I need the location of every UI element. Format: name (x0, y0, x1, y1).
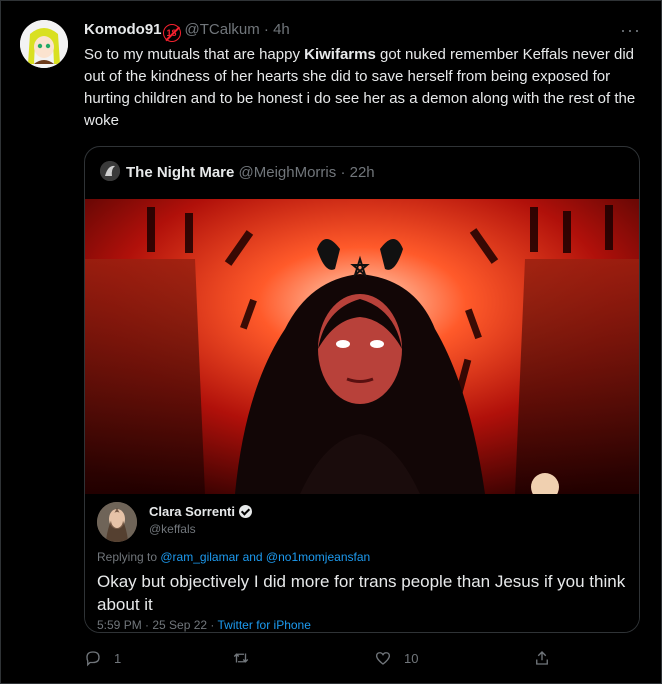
share-button[interactable] (533, 646, 551, 670)
retweet-icon (233, 653, 249, 663)
author-avatar[interactable] (20, 20, 68, 68)
quote-author-avatar (100, 161, 120, 181)
reply-count: 1 (114, 650, 122, 666)
tweet-time[interactable]: · 4h (264, 21, 290, 38)
replying-prefix: Replying to (97, 550, 161, 564)
quote-image[interactable] (85, 199, 639, 494)
tweet-actions: 1 10 (84, 646, 564, 670)
embedded-meta: 5:59 PM · 25 Sep 22 · Twitter for iPhone (97, 618, 311, 632)
tweet-text: So to my mutuals that are happy Kiwifarm… (84, 44, 650, 132)
quote-header: The Night Mare @MeighMorris · 22h (100, 161, 375, 183)
heart-icon (375, 652, 391, 665)
quote-author-handle: @MeighMorris (238, 164, 337, 181)
like-count: 10 (404, 650, 419, 666)
tweet-text-pre: So to my mutuals that are happy (84, 46, 305, 63)
like-button[interactable]: 10 (374, 646, 418, 670)
quote-time: · 22h (340, 164, 375, 181)
embedded-client: Twitter for iPhone (217, 618, 311, 632)
embedded-name: Clara Sorrenti (149, 504, 252, 519)
embedded-avatar (97, 502, 137, 542)
share-icon (536, 651, 548, 665)
embedded-tweet-screenshot: Clara Sorrenti @keffals Replying to @ram… (85, 494, 639, 632)
reply-icon (86, 651, 100, 667)
embedded-text: Okay but objectively I did more for tran… (97, 572, 626, 614)
quote-author-name: The Night Mare (126, 164, 235, 181)
embedded-replying-to: Replying to @ram_gilamar and @no1momjean… (97, 550, 370, 564)
quoted-tweet[interactable]: The Night Mare @MeighMorris · 22h Clara … (84, 146, 640, 633)
more-options-icon[interactable]: ··· (620, 20, 641, 41)
author-name[interactable]: Komodo91 (84, 21, 162, 38)
tweet-header: Komodo91 18 @TCalkum · 4h (84, 20, 290, 42)
embedded-timestamp: 5:59 PM · 25 Sep 22 · (97, 618, 218, 632)
embedded-name-text: Clara Sorrenti (149, 504, 235, 519)
tweet-text-bold: Kiwifarms (304, 46, 376, 63)
author-handle[interactable]: @TCalkum (185, 21, 260, 38)
verified-icon (238, 505, 252, 518)
age-restricted-badge: 18 (162, 24, 181, 42)
replying-users: @ram_gilamar and @no1momjeansfan (160, 550, 371, 564)
reply-button[interactable]: 1 (84, 646, 121, 670)
retweet-button[interactable] (232, 646, 262, 670)
embedded-handle: @keffals (149, 522, 196, 536)
